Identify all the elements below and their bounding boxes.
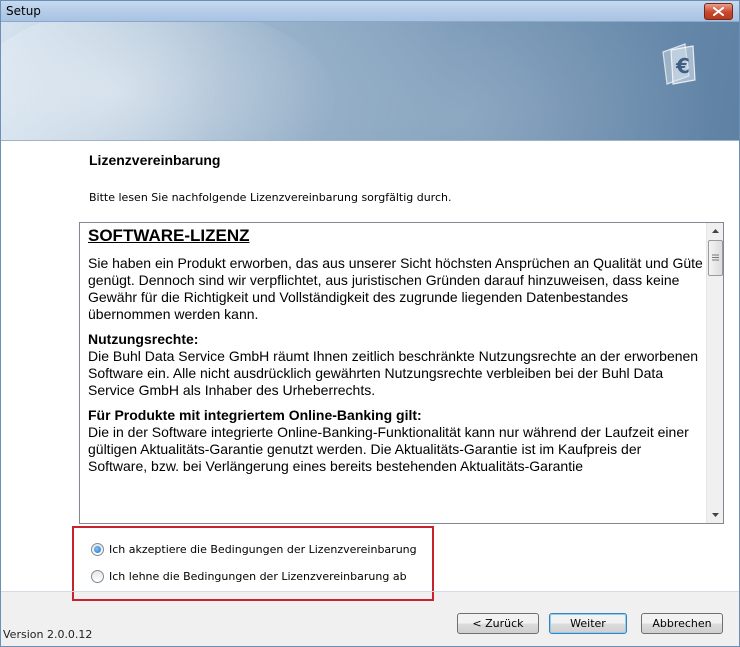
setup-window: Setup € Lizenzvereinbarung Bitte lesen S… [0,0,740,647]
license-text: SOFTWARE-LIZENZ Sie haben ein Produkt er… [88,227,703,483]
section-heading: Nutzungsrechte: [88,331,199,347]
grip-icon [712,254,719,261]
content-area: Lizenzvereinbarung Bitte lesen Sie nachf… [1,141,739,591]
svg-text:€: € [675,54,690,78]
chevron-down-icon [711,513,719,517]
page-subtitle: Bitte lesen Sie nachfolgende Lizenzverei… [89,191,452,204]
cancel-button[interactable]: Abbrechen [641,613,723,634]
scroll-thumb[interactable] [708,240,723,276]
license-title: SOFTWARE-LIZENZ [88,226,250,245]
section-body: Die in der Software integrierte Online-B… [88,424,689,474]
next-button[interactable]: Weiter [549,613,627,634]
page-title: Lizenzvereinbarung [89,152,221,168]
section-heading: Für Produkte mit integriertem Online-Ban… [88,407,422,423]
section-body: Die Buhl Data Service GmbH räumt Ihnen z… [88,348,699,398]
license-paragraph: Sie haben ein Produkt erworben, das aus … [88,255,703,322]
window-title: Setup [6,4,41,18]
license-section: Für Produkte mit integriertem Online-Ban… [88,407,703,475]
close-button[interactable] [704,3,733,20]
license-section: Nutzungsrechte: Die Buhl Data Service Gm… [88,331,703,399]
vertical-scrollbar[interactable] [706,223,723,523]
euro-document-icon: € [662,43,696,85]
close-icon [713,7,724,16]
title-bar[interactable]: Setup [1,1,739,22]
scroll-down-button[interactable] [707,507,723,523]
license-textbox[interactable]: SOFTWARE-LIZENZ Sie haben ein Produkt er… [79,222,724,524]
chevron-up-icon [711,229,719,233]
highlight-frame [72,526,434,601]
back-button[interactable]: < Zurück [457,613,539,634]
version-label: Version 2.0.0.12 [3,628,93,641]
scroll-up-button[interactable] [707,223,723,239]
header-banner: € [1,22,739,140]
